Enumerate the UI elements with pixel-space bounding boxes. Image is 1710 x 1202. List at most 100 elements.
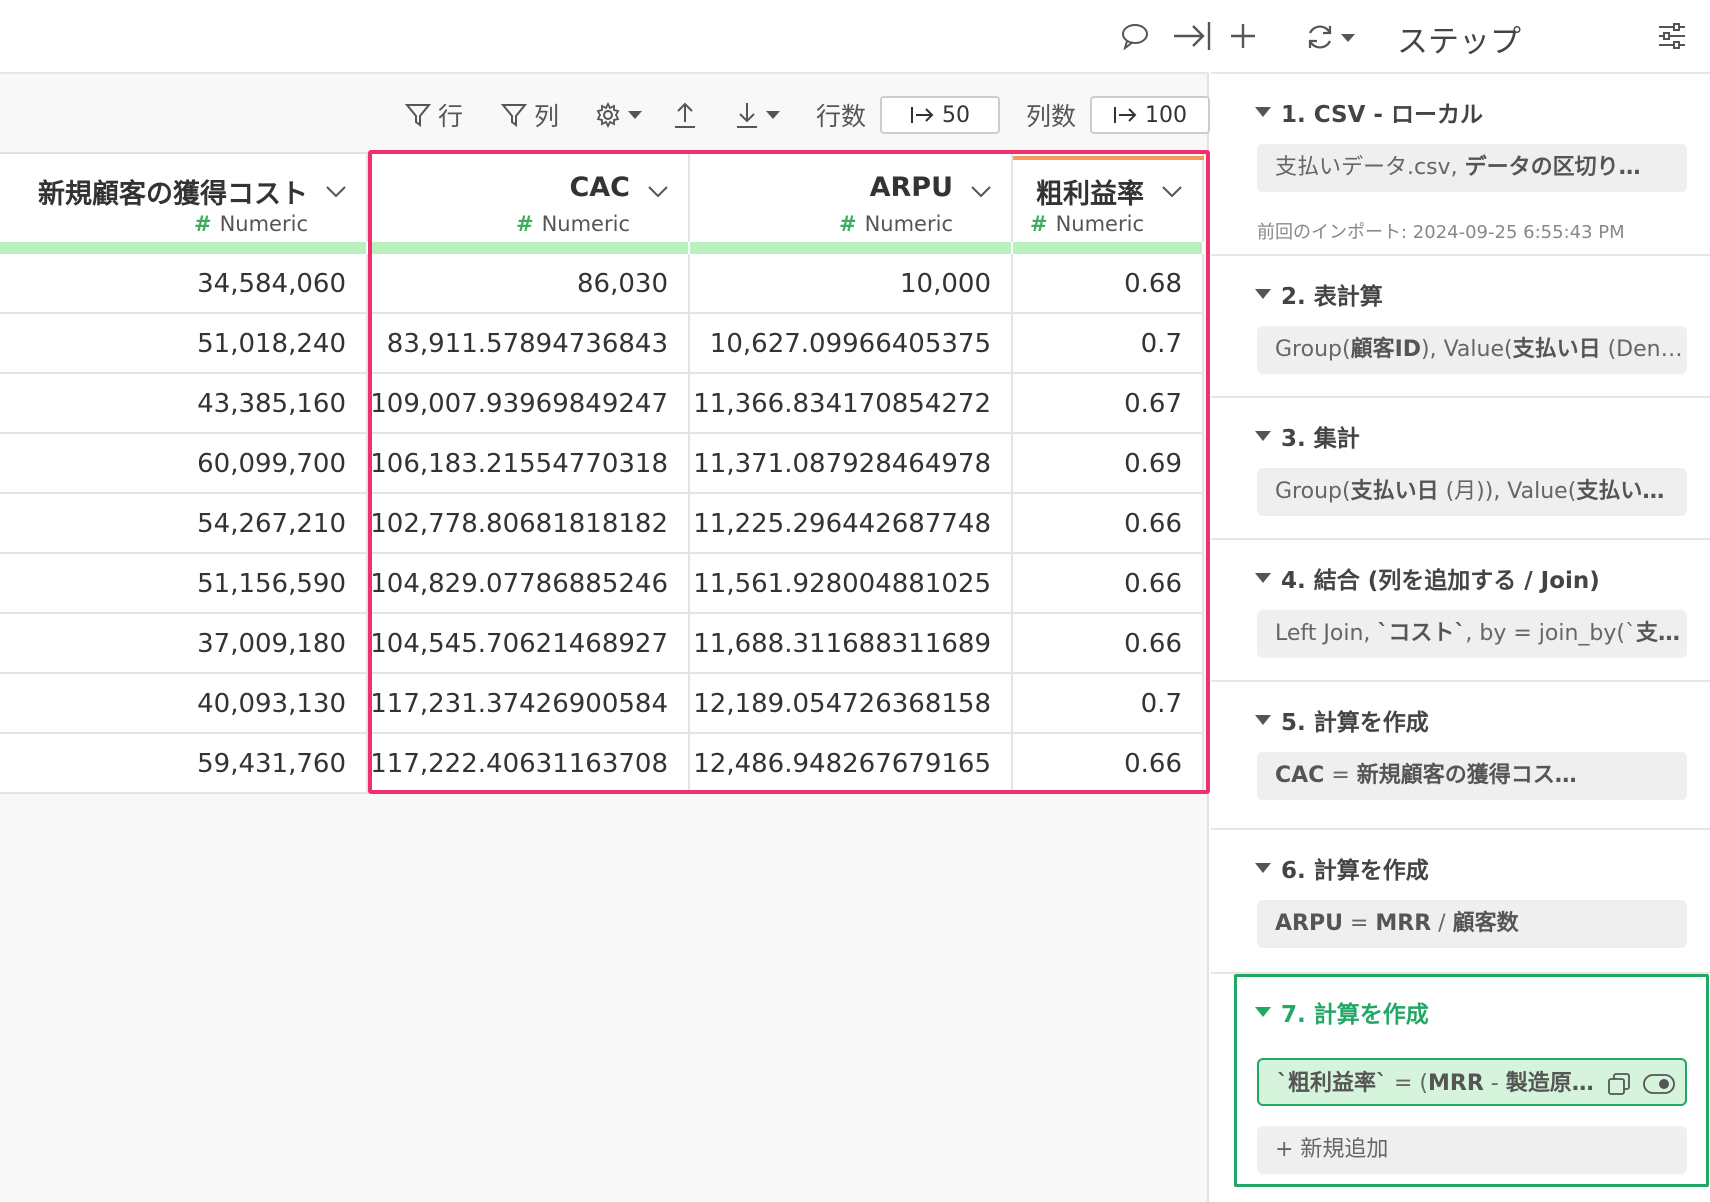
table-cell[interactable]: 117,222.40631163708 — [368, 734, 690, 794]
column-name: 新規顧客の獲得コスト — [38, 179, 308, 210]
table-cell[interactable]: 117,231.37426900584 — [368, 674, 690, 734]
table-cell[interactable]: 106,183.21554770318 — [368, 434, 690, 494]
row-count-input[interactable]: 50 — [880, 96, 1000, 134]
step-summary[interactable]: Group(支払い日 (月)), Value(支払い… — [1257, 468, 1687, 516]
chevron-down-icon[interactable] — [324, 184, 348, 200]
table-cell[interactable]: 104,829.07786885246 — [368, 554, 690, 614]
table-cell[interactable]: 83,911.57894736843 — [368, 314, 690, 374]
table-cell[interactable]: 102,778.80681818182 — [368, 494, 690, 554]
table-cell[interactable]: 60,099,700 — [0, 434, 368, 494]
table-cell[interactable]: 11,366.834170854272 — [690, 374, 1013, 434]
table-row[interactable]: 51,018,240 83,911.57894736843 10,627.09966… — [0, 314, 1204, 374]
table-row[interactable]: 34,584,060 86,030 10,000 0.68 — [0, 254, 1204, 314]
speech-bubble-icon[interactable] — [1120, 22, 1150, 50]
step-summary[interactable]: Left Join, `コスト`, by = join_by(`支… — [1257, 610, 1687, 658]
table-cell[interactable]: 34,584,060 — [0, 254, 368, 314]
step-import-time: 前回のインポート: 2024-09-25 6:55:43 PM — [1257, 222, 1625, 243]
table-cell[interactable]: 51,018,240 — [0, 314, 368, 374]
step-summary[interactable]: ARPU = MRR / 顧客数 — [1257, 900, 1687, 948]
table-cell[interactable]: 40,093,130 — [0, 674, 368, 734]
table-cell[interactable]: 0.7 — [1013, 674, 1204, 734]
collapse-triangle-icon[interactable] — [1255, 573, 1271, 583]
table-cell[interactable]: 43,385,160 — [0, 374, 368, 434]
table-cell[interactable]: 11,371.087928464978 — [690, 434, 1013, 494]
table-cell[interactable]: 0.66 — [1013, 614, 1204, 674]
caret-down-icon — [628, 111, 642, 119]
table-cell[interactable]: 11,561.928004881025 — [690, 554, 1013, 614]
collapse-panel-icon[interactable] — [1172, 20, 1212, 52]
sort-descending-button[interactable] — [734, 98, 782, 132]
refresh-icon[interactable] — [1305, 22, 1335, 52]
column-quality-bar — [690, 242, 1011, 254]
collapse-triangle-icon[interactable] — [1255, 289, 1271, 299]
chevron-down-icon[interactable] — [1160, 184, 1184, 200]
chevron-down-icon[interactable] — [646, 184, 670, 200]
table-cell[interactable]: 0.66 — [1013, 734, 1204, 794]
table-row[interactable]: 60,099,700 106,183.21554770318 11,371.0879… — [0, 434, 1204, 494]
step-item[interactable]: 3. 集計 Group(支払い日 (月)), Value(支払い… — [1211, 398, 1710, 540]
row-filter-label: 行 — [438, 102, 464, 131]
table-cell[interactable]: 86,030 — [368, 254, 690, 314]
table-cell[interactable]: 11,688.311688311689 — [690, 614, 1013, 674]
sliders-icon[interactable] — [1657, 22, 1687, 50]
collapse-triangle-icon[interactable] — [1255, 863, 1271, 873]
step-summary-plain: 支払いデータ.csv, — [1275, 155, 1465, 180]
step-item[interactable]: 2. 表計算 Group(顧客ID), Value(支払い日 (Den… — [1211, 256, 1710, 398]
row-count-label: 行数 — [816, 102, 867, 131]
sort-ascending-button[interactable] — [672, 98, 698, 132]
table-cell[interactable]: 12,486.948267679165 — [690, 734, 1013, 794]
plus-icon[interactable] — [1229, 22, 1257, 50]
column-header[interactable]: 粗利益率 # Numeric — [1013, 154, 1204, 254]
step-summary[interactable]: 支払いデータ.csv, データの区切り… — [1257, 144, 1687, 192]
column-filter-button[interactable]: 列 — [500, 98, 559, 132]
steps-title: ステップ — [1397, 24, 1521, 60]
table-cell[interactable]: 10,627.09966405375 — [690, 314, 1013, 374]
table-cell[interactable]: 104,545.70621468927 — [368, 614, 690, 674]
table-cell[interactable]: 59,431,760 — [0, 734, 368, 794]
column-count-input[interactable]: 100 — [1090, 96, 1210, 134]
table-row[interactable]: 40,093,130 117,231.37426900584 12,189.0547… — [0, 674, 1204, 734]
column-type: # Numeric — [194, 212, 308, 236]
table-cell[interactable]: 12,189.054726368158 — [690, 674, 1013, 734]
step-summary[interactable]: Group(顧客ID), Value(支払い日 (Den… — [1257, 326, 1687, 374]
table-row[interactable]: 37,009,180 104,545.70621468927 11,688.3116… — [0, 614, 1204, 674]
table-cell[interactable]: 0.68 — [1013, 254, 1204, 314]
caret-down-icon[interactable] — [1339, 32, 1357, 44]
table-row[interactable]: 51,156,590 104,829.07786885246 11,561.9280… — [0, 554, 1204, 614]
table-cell[interactable]: 0.66 — [1013, 494, 1204, 554]
step-item[interactable]: 4. 結合 (列を追加する / Join) Left Join, `コスト`, b… — [1211, 540, 1710, 682]
table-row[interactable]: 59,431,760 117,222.40631163708 12,486.9482… — [0, 734, 1204, 794]
column-type: # Numeric — [1030, 212, 1144, 236]
table-cell[interactable]: 0.7 — [1013, 314, 1204, 374]
table-cell[interactable]: 11,225.296442687748 — [690, 494, 1013, 554]
column-name: CAC — [569, 172, 630, 203]
table-row[interactable]: 43,385,160 109,007.93969849247 11,366.8341… — [0, 374, 1204, 434]
step-item[interactable]: 6. 計算を作成 ARPU = MRR / 顧客数 — [1211, 830, 1710, 974]
step-summary[interactable]: CAC = 新規顧客の獲得コス… — [1257, 752, 1687, 800]
column-quality-bar — [0, 242, 366, 254]
column-header[interactable]: ARPU # Numeric — [690, 154, 1013, 254]
table-cell[interactable]: 0.67 — [1013, 374, 1204, 434]
step-summary-text: Group(顧客ID), Value(支払い日 (Den… — [1275, 337, 1683, 362]
table-row[interactable]: 54,267,210 102,778.80681818182 11,225.2964… — [0, 494, 1204, 554]
chevron-down-icon[interactable] — [969, 184, 993, 200]
table-cell[interactable]: 10,000 — [690, 254, 1013, 314]
column-type-label: Numeric — [541, 212, 630, 236]
table-cell[interactable]: 54,267,210 — [0, 494, 368, 554]
column-header[interactable]: 新規顧客の獲得コスト # Numeric — [0, 154, 368, 254]
collapse-triangle-icon[interactable] — [1255, 107, 1271, 117]
table-cell[interactable]: 0.66 — [1013, 554, 1204, 614]
settings-menu-button[interactable] — [594, 98, 644, 132]
step-item[interactable]: 5. 計算を作成 CAC = 新規顧客の獲得コス… — [1211, 682, 1710, 830]
table-cell[interactable]: 51,156,590 — [0, 554, 368, 614]
table-cell[interactable]: 0.69 — [1013, 434, 1204, 494]
table-cell[interactable]: 37,009,180 — [0, 614, 368, 674]
collapse-triangle-icon[interactable] — [1255, 431, 1271, 441]
data-pane: 行 列 行数 50 列数 100 新規顧客の獲得コスト # Numeric CA… — [0, 0, 1212, 1202]
collapse-triangle-icon[interactable] — [1255, 715, 1271, 725]
column-header[interactable]: CAC # Numeric — [368, 154, 690, 254]
table-cell[interactable]: 109,007.93969849247 — [368, 374, 690, 434]
step-item[interactable]: 1. CSV - ローカル 支払いデータ.csv, データの区切り… 前回のインポー… — [1211, 74, 1710, 256]
row-filter-button[interactable]: 行 — [404, 98, 463, 132]
arrow-down-icon — [737, 103, 757, 128]
